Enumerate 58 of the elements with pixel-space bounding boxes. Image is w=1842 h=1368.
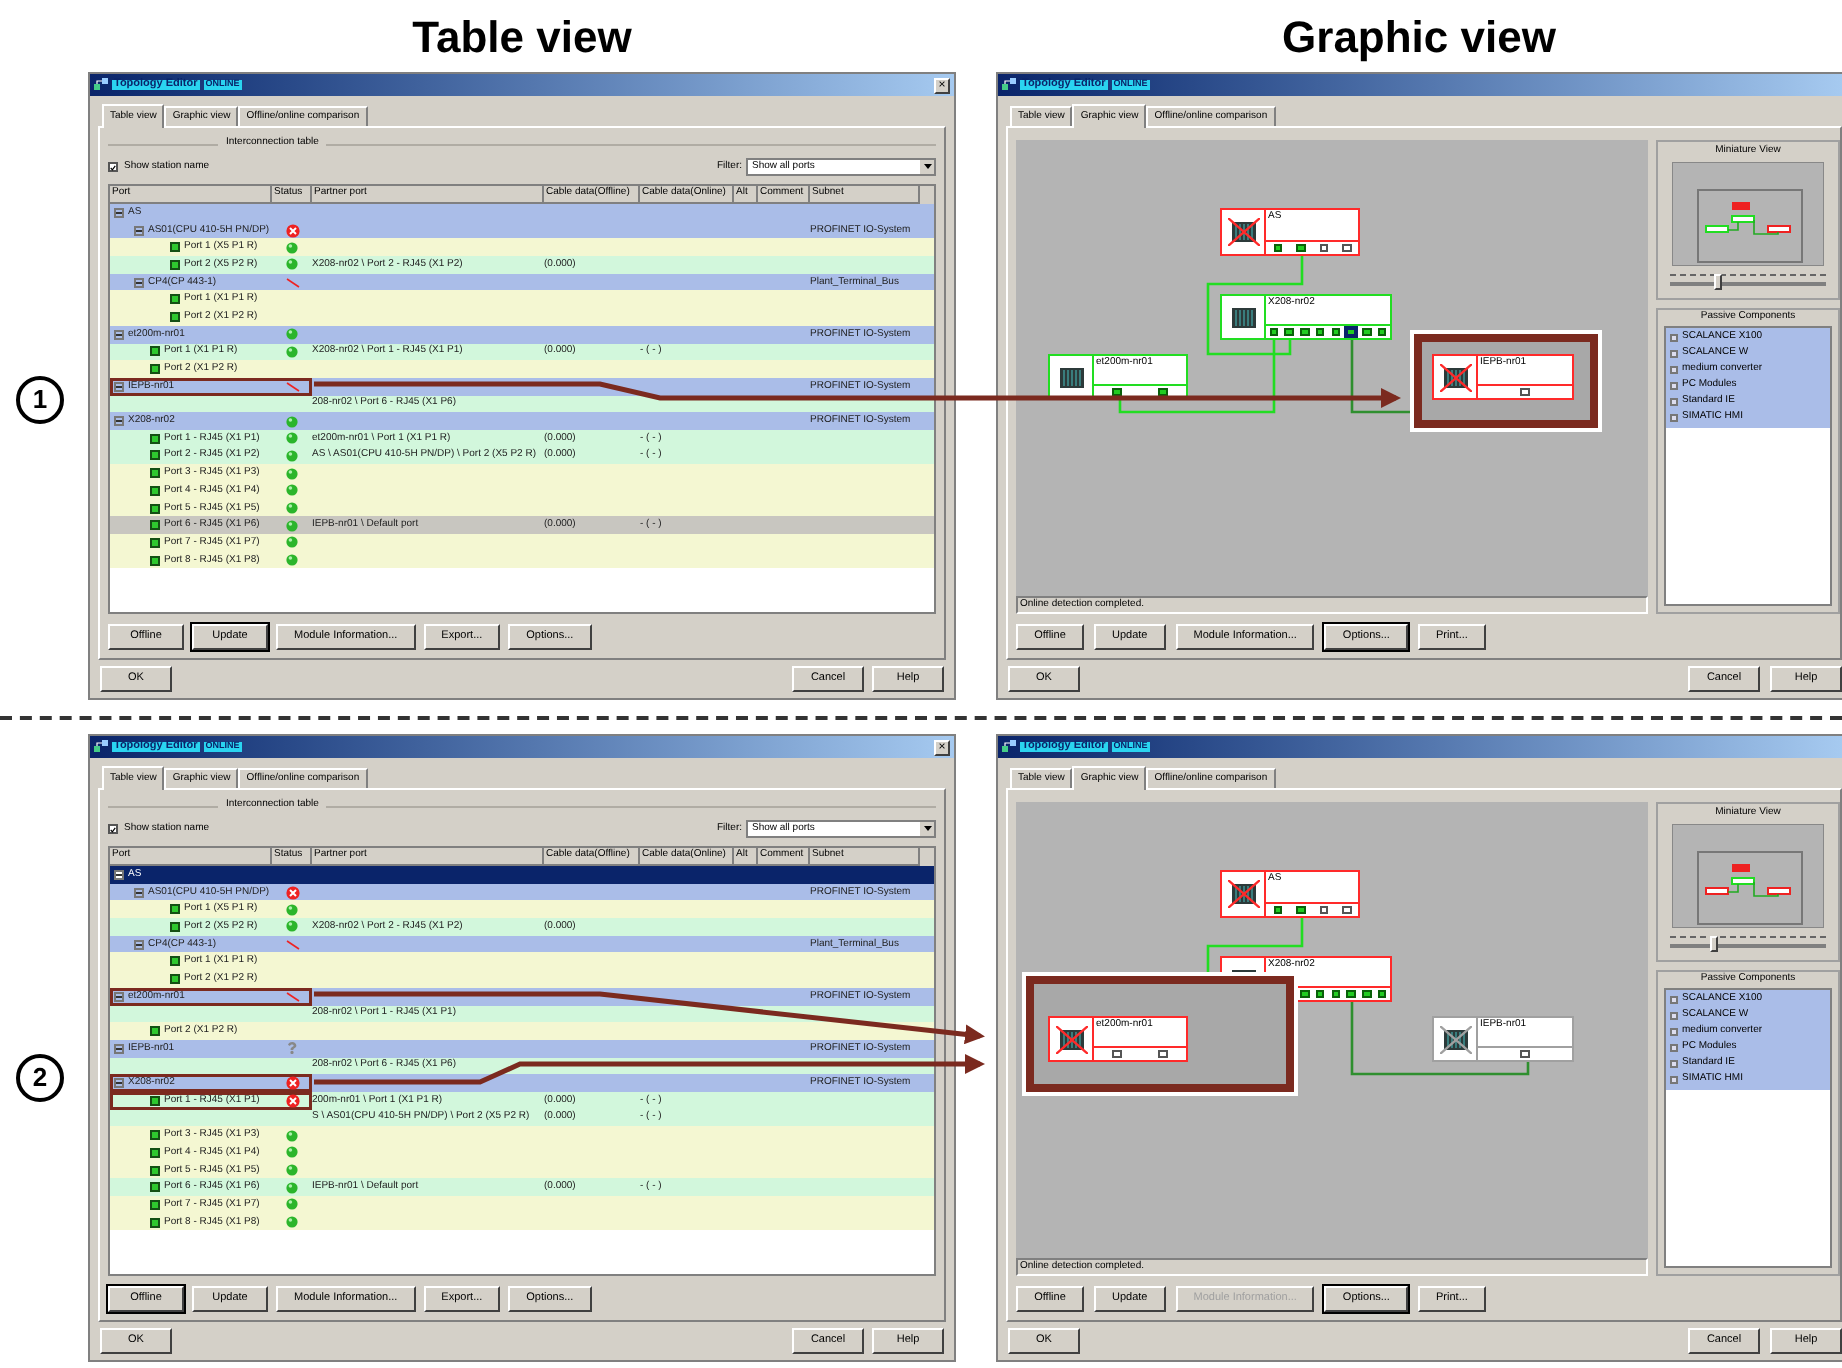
checkbox[interactable] (108, 824, 118, 834)
port-icon (150, 1095, 160, 1106)
collapse-icon[interactable] (114, 416, 124, 427)
checkbox[interactable] (108, 162, 118, 172)
collapse-icon[interactable] (114, 381, 124, 392)
slider-thumb[interactable] (1709, 935, 1717, 951)
port-icon[interactable] (1158, 1049, 1168, 1059)
port-icon[interactable] (1158, 387, 1168, 397)
port-icon[interactable] (1362, 989, 1372, 999)
port-icon (150, 1026, 160, 1037)
port-icon[interactable] (1377, 327, 1387, 337)
collapse-icon[interactable] (134, 939, 144, 950)
port-icon[interactable] (1315, 327, 1325, 337)
port-icon[interactable] (1112, 1049, 1122, 1059)
port-icon[interactable] (1331, 989, 1341, 999)
port-icon[interactable] (1284, 327, 1294, 337)
callout-number: 2 (16, 1054, 64, 1102)
port-icon[interactable] (1269, 327, 1279, 337)
network-icon (1002, 740, 1016, 754)
slider-thumb[interactable] (1713, 273, 1722, 289)
port-icon[interactable] (1296, 905, 1305, 915)
port-icon[interactable] (1346, 989, 1356, 999)
port-icon[interactable] (1319, 243, 1328, 253)
port-icon[interactable] (1342, 905, 1351, 915)
port-icon[interactable] (1346, 327, 1356, 337)
port-icon[interactable] (1273, 243, 1282, 253)
port-icon[interactable] (1112, 387, 1122, 397)
port-icon[interactable] (1377, 989, 1387, 999)
port-icon[interactable] (1300, 327, 1310, 337)
collapse-icon[interactable] (114, 1043, 124, 1054)
collapse-icon[interactable] (114, 329, 124, 340)
network-icon (94, 740, 108, 754)
port-icon[interactable] (1315, 989, 1325, 999)
collapse-icon[interactable] (114, 991, 124, 1002)
port-icon[interactable] (1319, 905, 1328, 915)
port-icon[interactable] (1273, 905, 1282, 915)
port-icon[interactable] (1520, 1049, 1530, 1059)
collapse-icon[interactable] (114, 207, 124, 218)
port-icon[interactable] (1331, 327, 1341, 337)
collapse-icon[interactable] (114, 869, 124, 880)
section-heading: Table view (412, 9, 632, 65)
port-icon[interactable] (1362, 327, 1372, 337)
port-icon[interactable] (1520, 387, 1530, 397)
port-icon[interactable] (1342, 243, 1351, 253)
collapse-icon[interactable] (114, 1078, 124, 1089)
callout-number: 1 (16, 376, 64, 424)
zoom-slider[interactable] (1670, 931, 1826, 951)
collapse-icon[interactable] (134, 887, 144, 898)
zoom-slider[interactable] (1670, 269, 1826, 289)
collapse-icon[interactable] (134, 225, 144, 236)
port-icon[interactable] (1296, 243, 1305, 253)
network-icon (94, 78, 108, 92)
dropdown-arrow-icon (920, 822, 934, 836)
dropdown-arrow-icon (920, 160, 934, 174)
section-heading: Graphic view (1282, 9, 1556, 66)
collapse-icon[interactable] (134, 277, 144, 288)
port-icon[interactable] (1300, 989, 1310, 999)
network-icon (1002, 78, 1016, 92)
